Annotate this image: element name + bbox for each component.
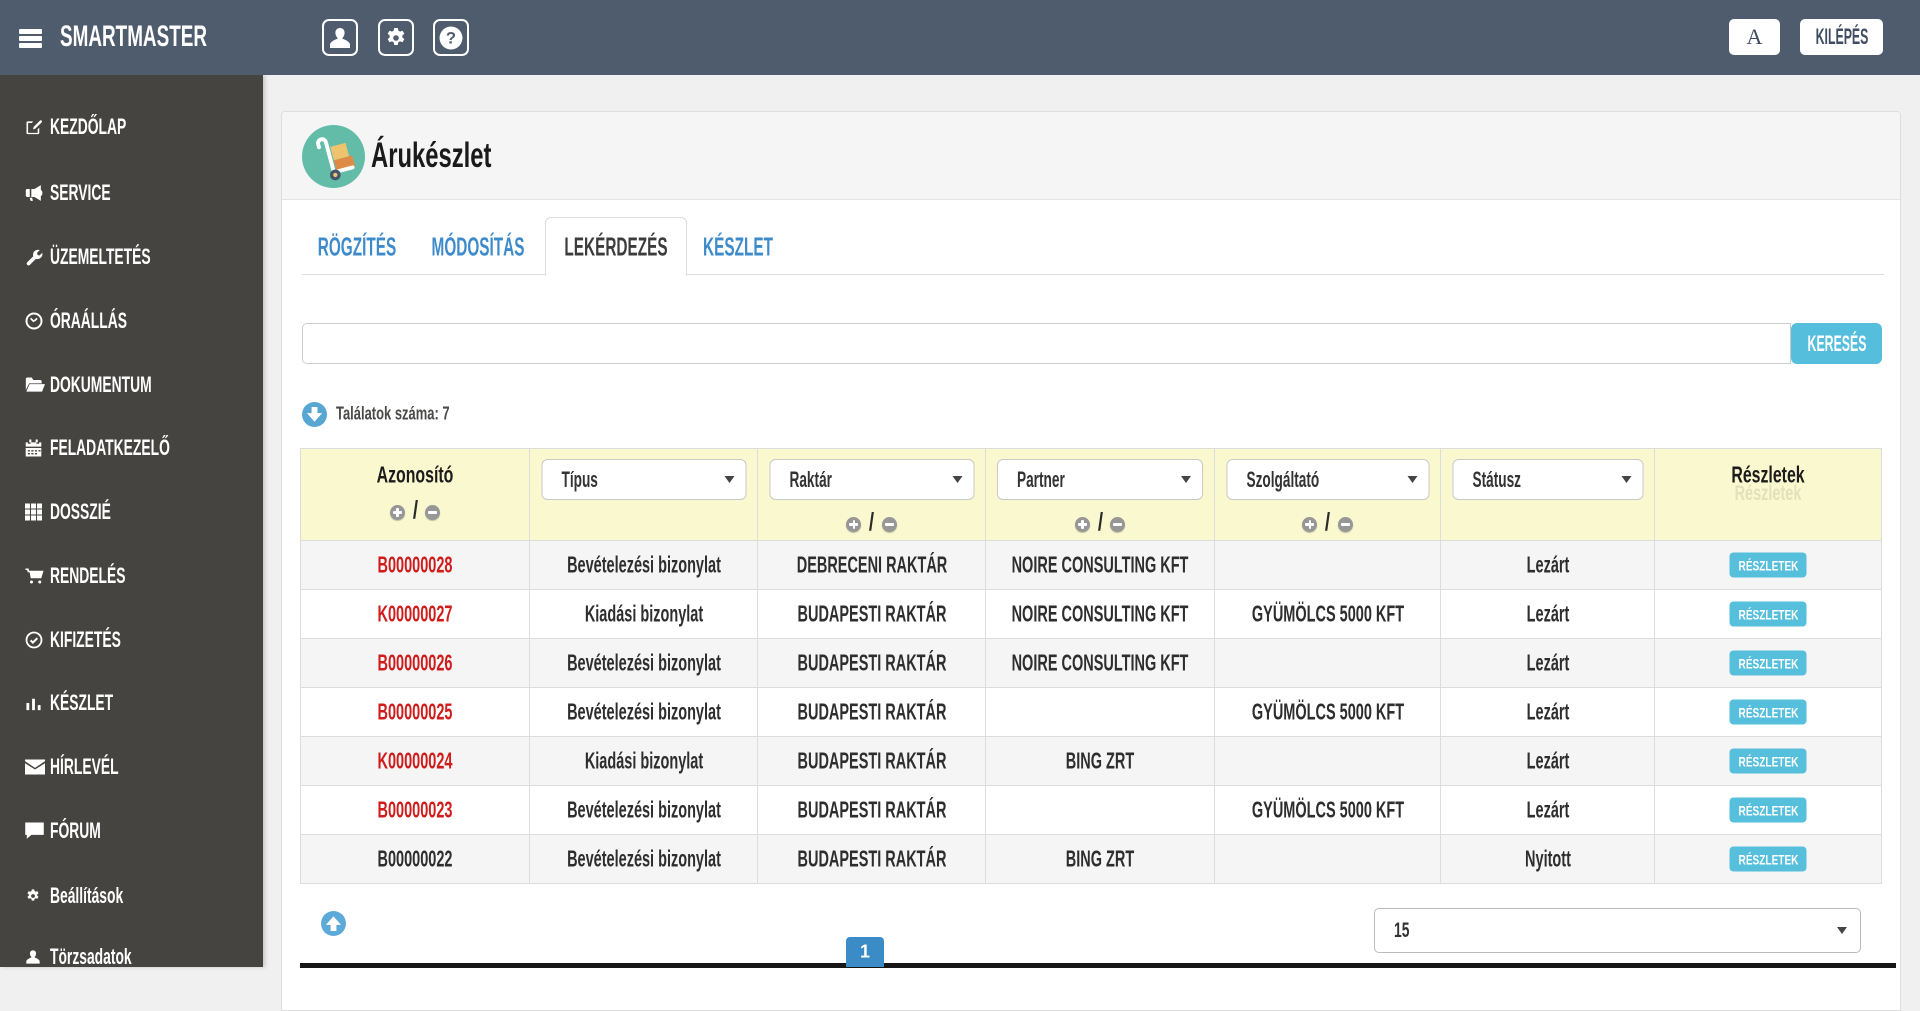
svg-text:?: ?	[446, 28, 456, 47]
